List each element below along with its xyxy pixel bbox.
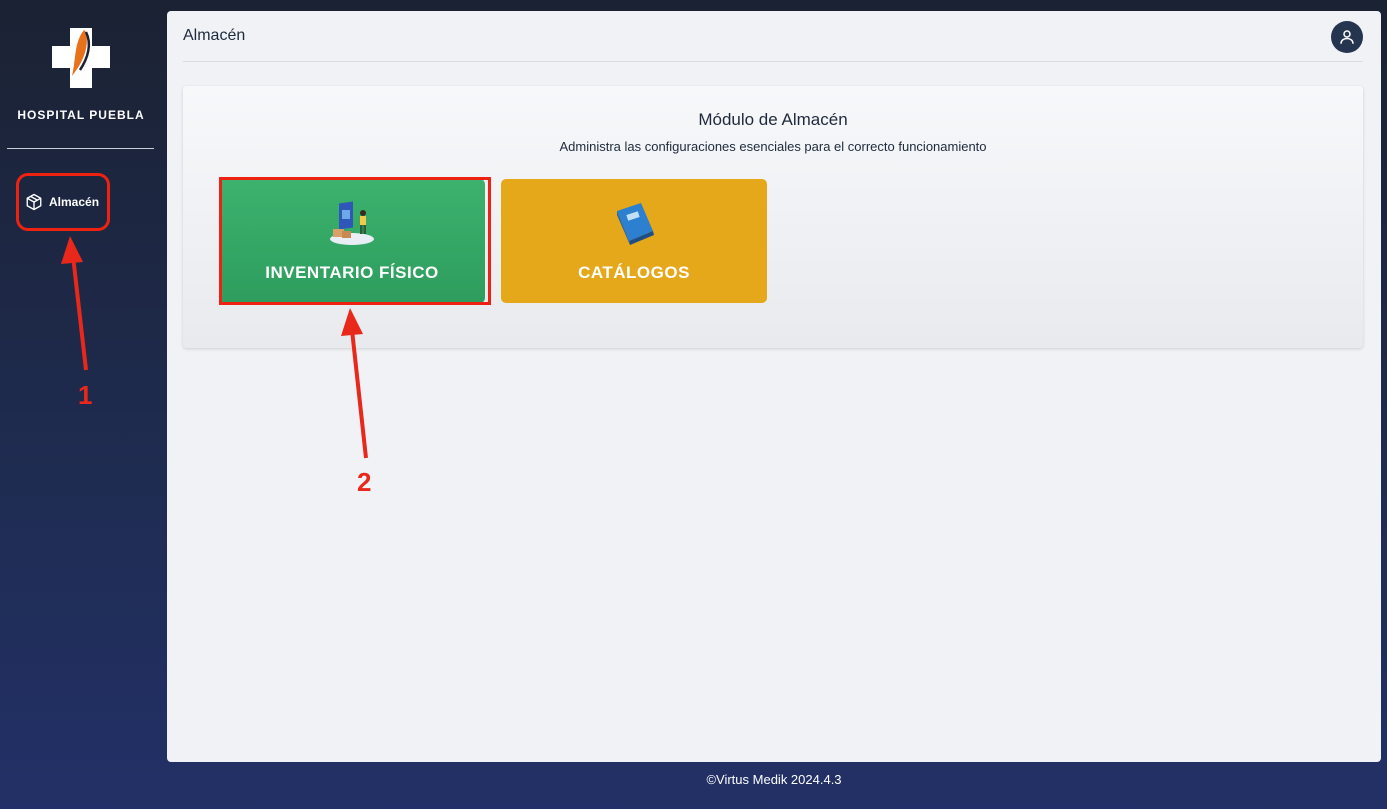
catalogos-label: CATÁLOGOS bbox=[578, 263, 690, 282]
inventario-fisico-label: INVENTARIO FÍSICO bbox=[265, 263, 439, 282]
annotation-step-1: 1 bbox=[78, 380, 93, 410]
page-title: Almacén bbox=[183, 27, 246, 44]
hospital-name: HOSPITAL PUEBLA bbox=[17, 108, 145, 122]
footer-copyright: ©Virtus Medik 2024.4.3 bbox=[706, 772, 842, 787]
module-card: Módulo de Almacén Administra las configu… bbox=[183, 86, 1363, 348]
module-title: Módulo de Almacén bbox=[698, 110, 848, 129]
box-icon bbox=[26, 193, 42, 211]
hospital-logo-icon bbox=[52, 28, 110, 88]
sidebar-item-label: Almacén bbox=[49, 195, 100, 209]
inventario-fisico-tile[interactable]: INVENTARIO FÍSICO bbox=[219, 179, 485, 303]
sidebar-divider bbox=[7, 148, 154, 149]
catalogos-tile[interactable]: CATÁLOGOS bbox=[501, 179, 767, 303]
user-icon bbox=[1340, 30, 1354, 44]
main-panel: Almacén Módulo de Almacén Administra las… bbox=[167, 11, 1381, 762]
header-divider bbox=[183, 61, 1363, 62]
user-avatar-button[interactable] bbox=[1331, 21, 1363, 53]
module-subtitle: Administra las configuraciones esenciale… bbox=[559, 139, 987, 154]
sidebar-item-almacen[interactable]: Almacén bbox=[16, 173, 110, 231]
inventory-illustration-icon bbox=[330, 201, 374, 245]
book-icon bbox=[617, 203, 654, 245]
annotation-step-2: 2 bbox=[357, 467, 372, 497]
